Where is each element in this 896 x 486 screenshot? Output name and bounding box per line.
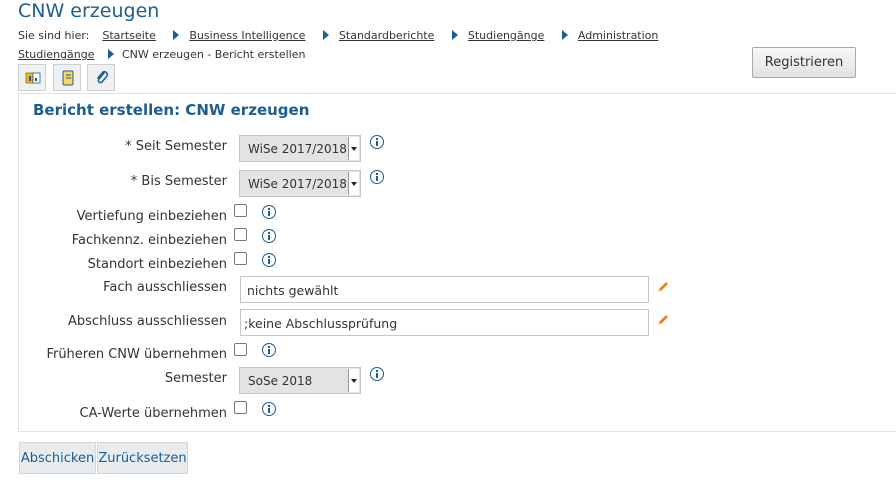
dropdown-arrow-icon xyxy=(348,137,359,160)
chevron-right-icon xyxy=(451,30,458,40)
chevron-right-icon xyxy=(561,30,568,40)
chevron-right-icon xyxy=(322,30,329,40)
semester-label: Semester xyxy=(164,371,227,386)
paperclip-icon xyxy=(97,70,109,84)
submit-button[interactable]: Abschicken xyxy=(19,442,96,474)
abschluss-ausschliessen-label: Abschluss ausschliessen xyxy=(68,314,227,329)
chevron-right-icon xyxy=(173,30,180,40)
semester-value: SoSe 2018 xyxy=(248,374,313,388)
seit-semester-label: * Seit Semester xyxy=(125,139,227,154)
info-icon[interactable] xyxy=(370,170,384,184)
bis-semester-value: WiSe 2017/2018 xyxy=(248,177,347,191)
dropdown-arrow-icon xyxy=(348,172,359,195)
standort-label: Standort einbeziehen xyxy=(87,257,227,272)
vertiefung-label: Vertiefung einbeziehen xyxy=(76,209,227,224)
abschluss-ausschliessen-value: ;keine Abschlussprüfung xyxy=(244,316,398,331)
pencil-edit-icon[interactable] xyxy=(656,313,670,327)
breadcrumb-link-business-intelligence[interactable]: Business Intelligence xyxy=(189,29,305,42)
breadcrumb-link-startseite[interactable]: Startseite xyxy=(102,29,156,42)
semester-select[interactable]: SoSe 2018 xyxy=(239,367,361,394)
report-icon xyxy=(25,72,41,84)
breadcrumb-current: CNW erzeugen - Bericht erstellen xyxy=(122,48,306,61)
info-icon[interactable] xyxy=(262,229,276,243)
register-button[interactable]: Registrieren xyxy=(752,47,856,78)
panel-title: Bericht erstellen: CNW erzeugen xyxy=(33,101,310,119)
bis-semester-label: * Bis Semester xyxy=(130,174,227,189)
info-icon[interactable] xyxy=(370,135,384,149)
vertiefung-checkbox[interactable] xyxy=(234,204,247,217)
abschluss-ausschliessen-field[interactable]: ;keine Abschlussprüfung xyxy=(240,309,649,336)
frueheren-cnw-checkbox[interactable] xyxy=(234,343,247,356)
notebook-icon xyxy=(62,70,74,86)
page-title: CNW erzeugen xyxy=(18,0,160,22)
breadcrumb-link-studiengaenge[interactable]: Studiengänge xyxy=(468,29,545,42)
frueheren-cnw-label: Früheren CNW übernehmen xyxy=(46,347,227,362)
info-icon[interactable] xyxy=(262,205,276,219)
report-button[interactable] xyxy=(18,64,46,91)
breadcrumb-prefix: Sie sind hier: xyxy=(18,29,90,42)
fachkennz-label: Fachkennz. einbeziehen xyxy=(71,233,227,248)
fach-ausschliessen-value: nichts gewählt xyxy=(247,283,339,298)
info-icon[interactable] xyxy=(262,343,276,357)
attachment-button[interactable] xyxy=(87,64,115,91)
pencil-edit-icon[interactable] xyxy=(656,280,670,294)
breadcrumb: Sie sind hier: Startseite Business Intel… xyxy=(18,29,658,42)
ca-werte-label: CA-Werte übernehmen xyxy=(79,406,228,421)
reset-button[interactable]: Zurücksetzen xyxy=(97,442,188,474)
breadcrumb-link-administration[interactable]: Administration xyxy=(578,29,659,42)
seit-semester-value: WiSe 2017/2018 xyxy=(248,142,347,156)
ca-werte-checkbox[interactable] xyxy=(234,401,247,414)
info-icon[interactable] xyxy=(262,253,276,267)
standort-checkbox[interactable] xyxy=(234,252,247,265)
info-icon[interactable] xyxy=(370,367,384,381)
fach-ausschliessen-label: Fach ausschliessen xyxy=(103,280,227,295)
chevron-right-icon xyxy=(108,49,114,59)
dropdown-arrow-icon xyxy=(348,369,359,392)
fach-ausschliessen-field[interactable]: nichts gewählt xyxy=(240,276,649,303)
seit-semester-select[interactable]: WiSe 2017/2018 xyxy=(239,135,361,162)
fachkennz-checkbox[interactable] xyxy=(234,228,247,241)
bis-semester-select[interactable]: WiSe 2017/2018 xyxy=(239,170,361,197)
breadcrumb-link-studiengaenge-2[interactable]: Studiengänge xyxy=(18,48,95,61)
breadcrumb-line-2: Studiengänge CNW erzeugen - Bericht erst… xyxy=(18,48,305,61)
info-icon[interactable] xyxy=(262,402,276,416)
breadcrumb-link-standardberichte[interactable]: Standardberichte xyxy=(339,29,434,42)
notebook-button[interactable] xyxy=(53,64,81,91)
